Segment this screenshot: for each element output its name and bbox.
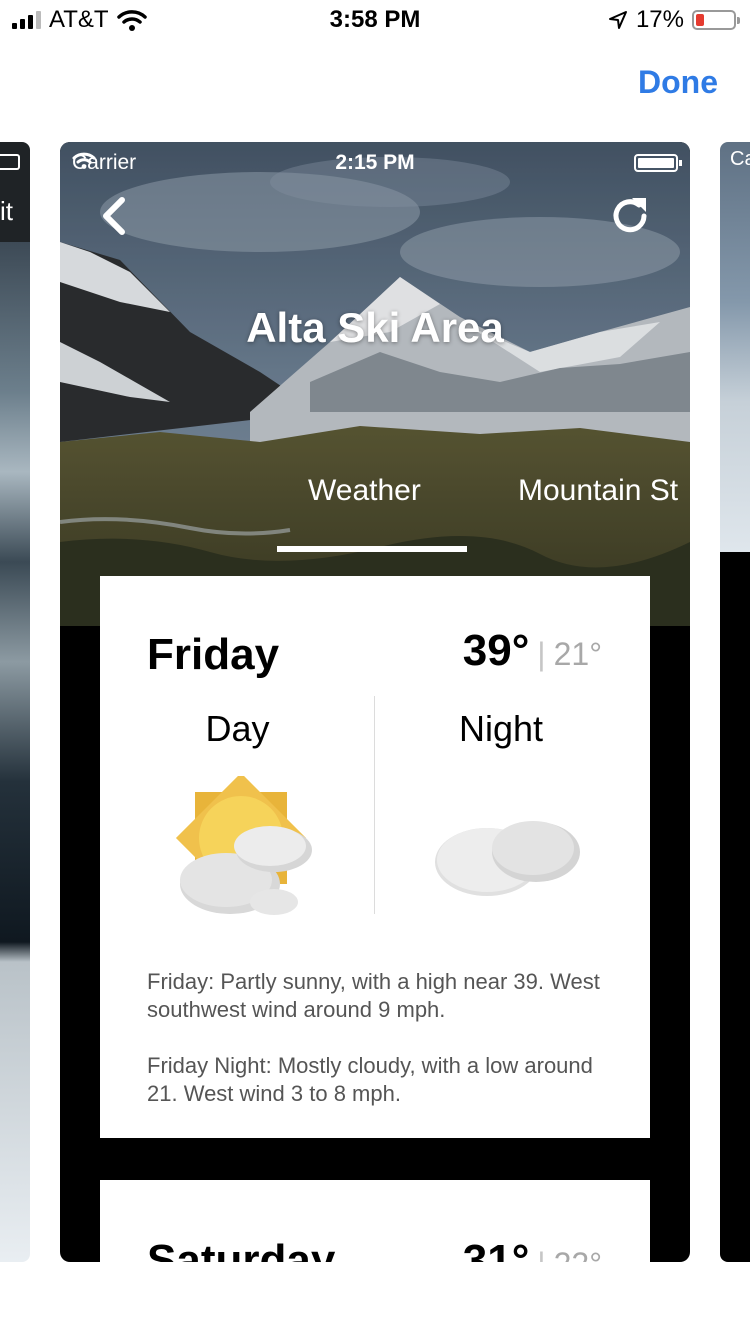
night-forecast-text: Friday Night: Mostly cloudy, with a low … [147, 1053, 593, 1106]
page-title: Alta Ski Area [246, 304, 504, 351]
forecast-day: Saturday [147, 1236, 336, 1262]
partly-sunny-icon [175, 776, 312, 915]
refresh-button[interactable] [606, 192, 654, 240]
night-label: Night [458, 708, 544, 749]
inner-status-bar: Carrier 2:15 PM [60, 142, 690, 182]
hero-header: Carrier 2:15 PM Alta Ski Area Weather Mo… [60, 142, 690, 626]
forecast-card: Friday 39° | 21° Day Night Friday: Partl… [100, 576, 650, 1138]
forecast-temperature: 31° | 22° [463, 1236, 602, 1262]
chevron-left-icon [103, 197, 125, 235]
status-right: 17% [608, 6, 740, 34]
tab-weather[interactable]: Weather [308, 474, 421, 508]
battery-icon [0, 154, 20, 170]
battery-icon [692, 10, 740, 30]
forecast-temperature: 39° | 21° [463, 626, 602, 676]
low-temp: 21° [553, 636, 602, 672]
active-tab-indicator [277, 546, 467, 552]
day-forecast-text: Friday: Partly sunny, with a high near 3… [147, 969, 600, 1022]
app-screenshot-card[interactable]: Carrier 2:15 PM Alta Ski Area Weather Mo… [60, 142, 690, 1262]
status-bar: AT&T 3:58 PM 17% [0, 0, 750, 42]
location-arrow-icon [608, 11, 627, 29]
battery-icon [634, 154, 682, 172]
mostly-cloudy-icon [435, 821, 580, 896]
temp-separator: | [537, 636, 546, 672]
previous-app-card[interactable]: it [0, 142, 30, 1262]
previous-card-text: it [0, 196, 13, 226]
forecast-day: Friday [147, 630, 280, 679]
next-app-card[interactable]: Ca [720, 142, 750, 1262]
low-temp: 22° [554, 1246, 602, 1262]
mountain-background-image [60, 142, 690, 626]
divider [374, 696, 375, 914]
temp-separator: | [537, 1246, 545, 1262]
refresh-icon [613, 198, 647, 233]
battery-percent: 17% [635, 6, 684, 33]
high-temp: 31° [462, 1236, 530, 1262]
tab-mountain-stats[interactable]: Mountain St [518, 474, 678, 508]
day-label: Day [205, 708, 270, 749]
done-button[interactable]: Done [638, 64, 718, 101]
back-button[interactable] [92, 192, 136, 240]
high-temp: 39° [462, 626, 530, 675]
inner-status-time: 2:15 PM [335, 151, 415, 174]
next-card-carrier: Ca [730, 148, 750, 170]
forecast-card: Saturday 31° | 22° [100, 1180, 650, 1262]
